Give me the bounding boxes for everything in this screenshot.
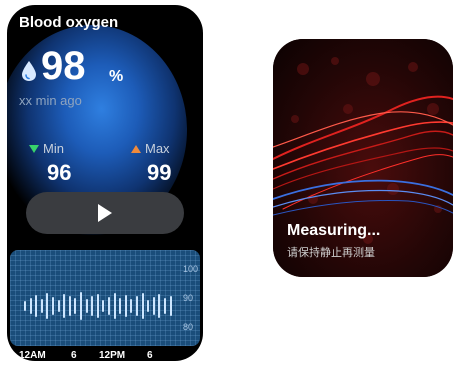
history-bar: [152, 297, 155, 315]
triangle-down-icon: [29, 144, 39, 153]
measuring-waves: [273, 39, 453, 277]
screens-canvas: Blood oxygen 98 % xx min ago Min 96 Max …: [0, 0, 467, 368]
y-tick-80: 80: [183, 322, 194, 332]
history-bar: [40, 299, 43, 313]
history-bar: [63, 294, 66, 318]
history-chart: 100 90 80: [10, 250, 200, 346]
y-tick-90: 90: [183, 293, 194, 303]
history-bar: [119, 298, 122, 314]
start-measurement-button[interactable]: [26, 192, 184, 234]
triangle-up-icon: [131, 144, 141, 153]
page-title: Blood oxygen: [19, 14, 119, 31]
history-bar: [57, 300, 60, 312]
spo2-unit: %: [109, 68, 124, 85]
min-value: 96: [47, 160, 72, 185]
history-bar: [35, 295, 38, 317]
history-bar: [46, 293, 49, 319]
history-bar: [108, 297, 110, 315]
measuring-hint: 请保持静止再测量: [287, 247, 375, 259]
blood-oxygen-screen: Blood oxygen 98 % xx min ago Min 96 Max …: [7, 5, 203, 361]
history-bar: [136, 296, 138, 316]
max-label-group: Max: [131, 141, 170, 156]
spo2-value: 98: [41, 44, 86, 88]
history-bar: [68, 296, 71, 316]
x-tick-12pm: 12PM: [99, 350, 126, 361]
history-bar: [130, 299, 133, 313]
history-bar: [29, 298, 32, 314]
history-bar: [169, 296, 172, 316]
history-bar: [91, 296, 94, 316]
history-bar: [74, 298, 77, 314]
max-value: 99: [147, 160, 172, 185]
x-tick-12am: 12AM: [19, 350, 46, 361]
min-label: Min: [43, 141, 64, 156]
x-tick-6am: 6: [71, 350, 77, 361]
x-tick-6pm: 6: [147, 350, 153, 361]
history-bar: [164, 298, 166, 314]
history-bar: [52, 297, 54, 315]
y-tick-100: 100: [183, 264, 199, 274]
max-label: Max: [145, 141, 170, 156]
history-bar: [141, 293, 144, 319]
measured-time-ago: xx min ago: [19, 93, 82, 108]
drop-icon: [22, 61, 36, 81]
history-bar: [147, 300, 150, 312]
measuring-status: Measuring...: [287, 222, 381, 239]
history-bar: [24, 301, 26, 311]
measuring-screen: Measuring... 请保持静止再测量: [273, 39, 453, 277]
history-bar: [80, 292, 82, 320]
history-bar: [158, 294, 161, 318]
history-bar: [85, 299, 88, 313]
history-bar: [113, 293, 116, 319]
history-bar: [124, 295, 127, 317]
history-bar: [102, 300, 105, 312]
history-bar: [96, 294, 99, 318]
min-label-group: Min: [29, 141, 64, 156]
play-icon: [98, 204, 112, 222]
